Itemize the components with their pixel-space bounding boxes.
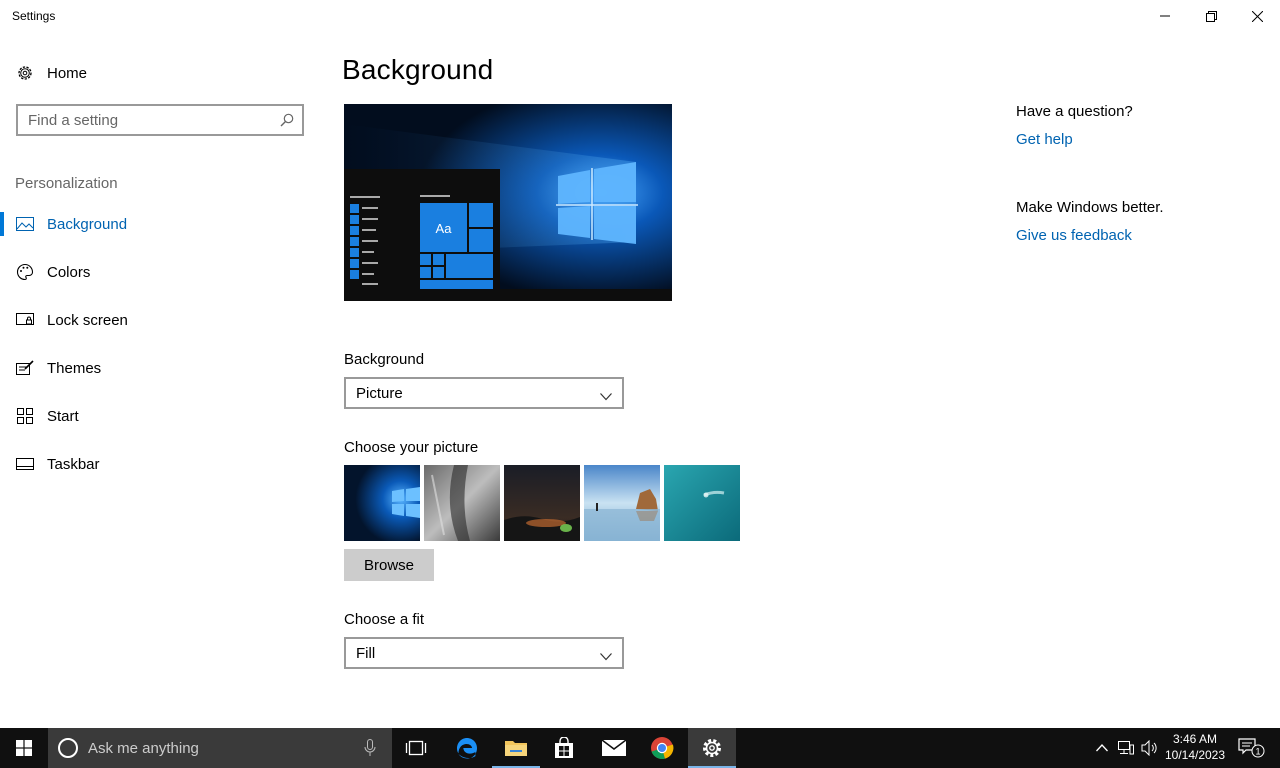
feedback-link[interactable]: Give us feedback: [1016, 227, 1132, 244]
folder-icon: [505, 741, 527, 756]
sidebar-item-start[interactable]: Start: [0, 396, 320, 436]
sidebar-item-label: Colors: [47, 263, 91, 281]
clock[interactable]: 3:46 AM 10/14/2023: [1160, 731, 1230, 763]
choose-picture-label: Choose your picture: [344, 439, 479, 456]
cortana-icon: [58, 738, 78, 758]
browse-button[interactable]: Browse: [344, 549, 434, 581]
notification-count: 1: [1255, 747, 1260, 757]
file-explorer-button[interactable]: [492, 728, 540, 768]
home-nav-item[interactable]: Home: [0, 56, 320, 90]
minimize-icon: [1160, 15, 1170, 17]
picture-thumbnails: [344, 465, 744, 541]
store-icon: [555, 737, 573, 758]
feedback-heading: Make Windows better.: [1016, 199, 1164, 216]
close-button[interactable]: [1234, 0, 1280, 32]
start-button[interactable]: [0, 728, 48, 768]
taskbar: Ask me anything 3:46 AM 10/14/2023 1: [0, 728, 1280, 768]
background-dropdown-value: Picture: [356, 384, 403, 402]
sidebar-item-taskbar[interactable]: Taskbar: [0, 444, 320, 484]
desktop-preview: Aa: [344, 104, 672, 301]
mail-button[interactable]: [590, 728, 638, 768]
title-bar: Settings: [0, 0, 1280, 32]
taskbar-icon: [16, 455, 34, 473]
taskbar-search[interactable]: Ask me anything: [48, 728, 392, 768]
get-help-link[interactable]: Get help: [1016, 131, 1073, 148]
preview-tile-text: Aa: [436, 221, 453, 236]
home-label: Home: [47, 64, 88, 82]
sidebar-item-colors[interactable]: Colors: [0, 252, 320, 292]
store-button[interactable]: [540, 728, 588, 768]
restore-icon: [1205, 10, 1217, 22]
notification-icon: 1: [1238, 738, 1265, 758]
window-title: Settings: [12, 9, 56, 23]
thumbnail-beach[interactable]: [584, 465, 660, 541]
task-view-button[interactable]: [392, 728, 440, 768]
clock-date: 10/14/2023: [1164, 748, 1226, 762]
chrome-button[interactable]: [638, 728, 686, 768]
search-input[interactable]: [18, 106, 268, 134]
sidebar-item-themes[interactable]: Themes: [0, 348, 320, 388]
choose-fit-label: Choose a fit: [344, 611, 425, 628]
mail-icon: [601, 739, 627, 756]
themes-icon: [16, 359, 34, 377]
edge-button[interactable]: [443, 728, 491, 768]
gear-icon: [703, 739, 721, 757]
fit-dropdown[interactable]: Fill: [344, 637, 624, 669]
clock-time: 3:46 AM: [1172, 732, 1218, 746]
minimize-button[interactable]: [1142, 0, 1188, 32]
thumbnail-windows[interactable]: [344, 465, 420, 541]
sidebar-item-label: Lock screen: [47, 311, 128, 329]
sidebar: Home Personalization Background Colors L…: [0, 32, 320, 728]
gear-icon: [16, 64, 34, 82]
palette-icon: [16, 263, 34, 281]
selection-indicator: [0, 212, 4, 236]
chrome-icon: [651, 737, 674, 760]
thumbnail-night-sky[interactable]: [504, 465, 580, 541]
task-view-icon: [405, 740, 427, 756]
start-icon: [16, 407, 34, 425]
section-title: Personalization: [15, 175, 118, 192]
page-title: Background: [342, 54, 494, 85]
search-icon[interactable]: [280, 113, 294, 132]
sidebar-item-label: Start: [47, 407, 79, 425]
sidebar-item-label: Themes: [47, 359, 102, 377]
chevron-down-icon: [600, 648, 612, 665]
action-center-button[interactable]: 1: [1237, 738, 1267, 758]
volume-icon[interactable]: [1140, 738, 1160, 758]
sidebar-item-lock-screen[interactable]: Lock screen: [0, 300, 320, 340]
help-question: Have a question?: [1016, 103, 1133, 120]
lock-screen-icon: [16, 311, 34, 329]
fit-dropdown-value: Fill: [356, 644, 376, 662]
background-label: Background: [344, 351, 425, 368]
sidebar-item-label: Background: [47, 215, 128, 233]
edge-icon: [457, 738, 477, 759]
sidebar-item-background[interactable]: Background: [0, 204, 320, 244]
network-icon[interactable]: [1116, 738, 1136, 758]
chevron-down-icon: [600, 388, 612, 405]
settings-taskbar-button[interactable]: [688, 728, 736, 768]
background-dropdown[interactable]: Picture: [344, 377, 624, 409]
search-box[interactable]: [16, 104, 304, 136]
close-icon: [1251, 10, 1263, 22]
restore-button[interactable]: [1188, 0, 1234, 32]
windows-logo-icon: [16, 740, 32, 756]
preview-wallpaper: Aa: [344, 104, 672, 301]
picture-icon: [16, 215, 34, 233]
thumbnail-rock[interactable]: [424, 465, 500, 541]
thumbnail-underwater[interactable]: [664, 465, 740, 541]
microphone-icon[interactable]: [364, 739, 376, 762]
chevron-up-icon[interactable]: [1092, 738, 1112, 758]
sidebar-item-label: Taskbar: [47, 455, 100, 473]
taskbar-search-text: Ask me anything: [88, 740, 199, 757]
